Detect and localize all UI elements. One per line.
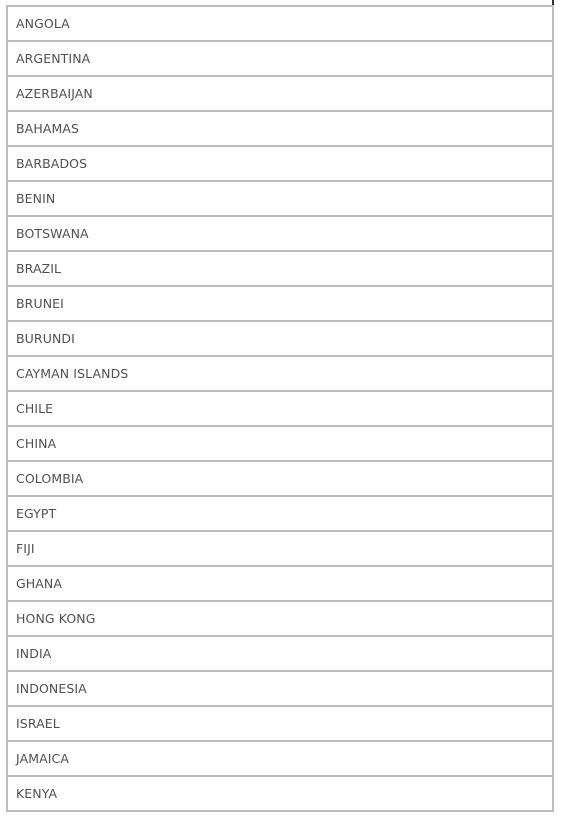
list-item[interactable]: INDONESIA — [8, 670, 552, 705]
country-label: BURUNDI — [16, 331, 75, 346]
country-label: BRUNEI — [16, 296, 64, 311]
list-item[interactable]: ARGENTINA — [8, 40, 552, 75]
list-item[interactable]: CAYMAN ISLANDS — [8, 355, 552, 390]
list-item[interactable]: ANGOLA — [8, 5, 552, 40]
country-label: INDIA — [16, 646, 52, 661]
list-item[interactable]: BENIN — [8, 180, 552, 215]
country-label: CAYMAN ISLANDS — [16, 366, 129, 381]
list-item[interactable]: FIJI — [8, 530, 552, 565]
list-item[interactable]: CHINA — [8, 425, 552, 460]
country-label: ANGOLA — [16, 16, 70, 31]
country-label: KENYA — [16, 786, 58, 801]
country-label: BARBADOS — [16, 156, 88, 171]
list-item[interactable]: ISRAEL — [8, 705, 552, 740]
list-item[interactable]: BRAZIL — [8, 250, 552, 285]
list-item[interactable]: BAHAMAS — [8, 110, 552, 145]
list-item[interactable]: INDIA — [8, 635, 552, 670]
list-item[interactable]: CHILE — [8, 390, 552, 425]
country-label: HONG KONG — [16, 611, 96, 626]
list-item[interactable]: COLOMBIA — [8, 460, 552, 495]
country-label: ISRAEL — [16, 716, 60, 731]
country-label: CHINA — [16, 436, 57, 451]
country-label: BOTSWANA — [16, 226, 89, 241]
list-item[interactable]: BRUNEI — [8, 285, 552, 320]
country-label: JAMAICA — [16, 751, 70, 766]
country-list: ANGOLA ARGENTINA AZERBAIJAN BAHAMAS BARBADOS… — [6, 5, 554, 812]
list-item[interactable]: AZERBAIJAN — [8, 75, 552, 110]
country-label: FIJI — [16, 541, 35, 556]
list-item[interactable]: BARBADOS — [8, 145, 552, 180]
list-item[interactable]: KENYA — [8, 775, 552, 812]
country-label: CHILE — [16, 401, 54, 416]
country-label: BENIN — [16, 191, 56, 206]
country-label: BAHAMAS — [16, 121, 80, 136]
list-item[interactable]: HONG KONG — [8, 600, 552, 635]
country-label: AZERBAIJAN — [16, 86, 93, 101]
country-label: EGYPT — [16, 506, 57, 521]
list-item[interactable]: BURUNDI — [8, 320, 552, 355]
list-item[interactable]: GHANA — [8, 565, 552, 600]
country-label: GHANA — [16, 576, 63, 591]
country-label: BRAZIL — [16, 261, 62, 276]
country-label: ARGENTINA — [16, 51, 91, 66]
country-label: INDONESIA — [16, 681, 87, 696]
country-label: COLOMBIA — [16, 471, 84, 486]
list-item[interactable]: EGYPT — [8, 495, 552, 530]
list-item[interactable]: BOTSWANA — [8, 215, 552, 250]
list-item[interactable]: JAMAICA — [8, 740, 552, 775]
